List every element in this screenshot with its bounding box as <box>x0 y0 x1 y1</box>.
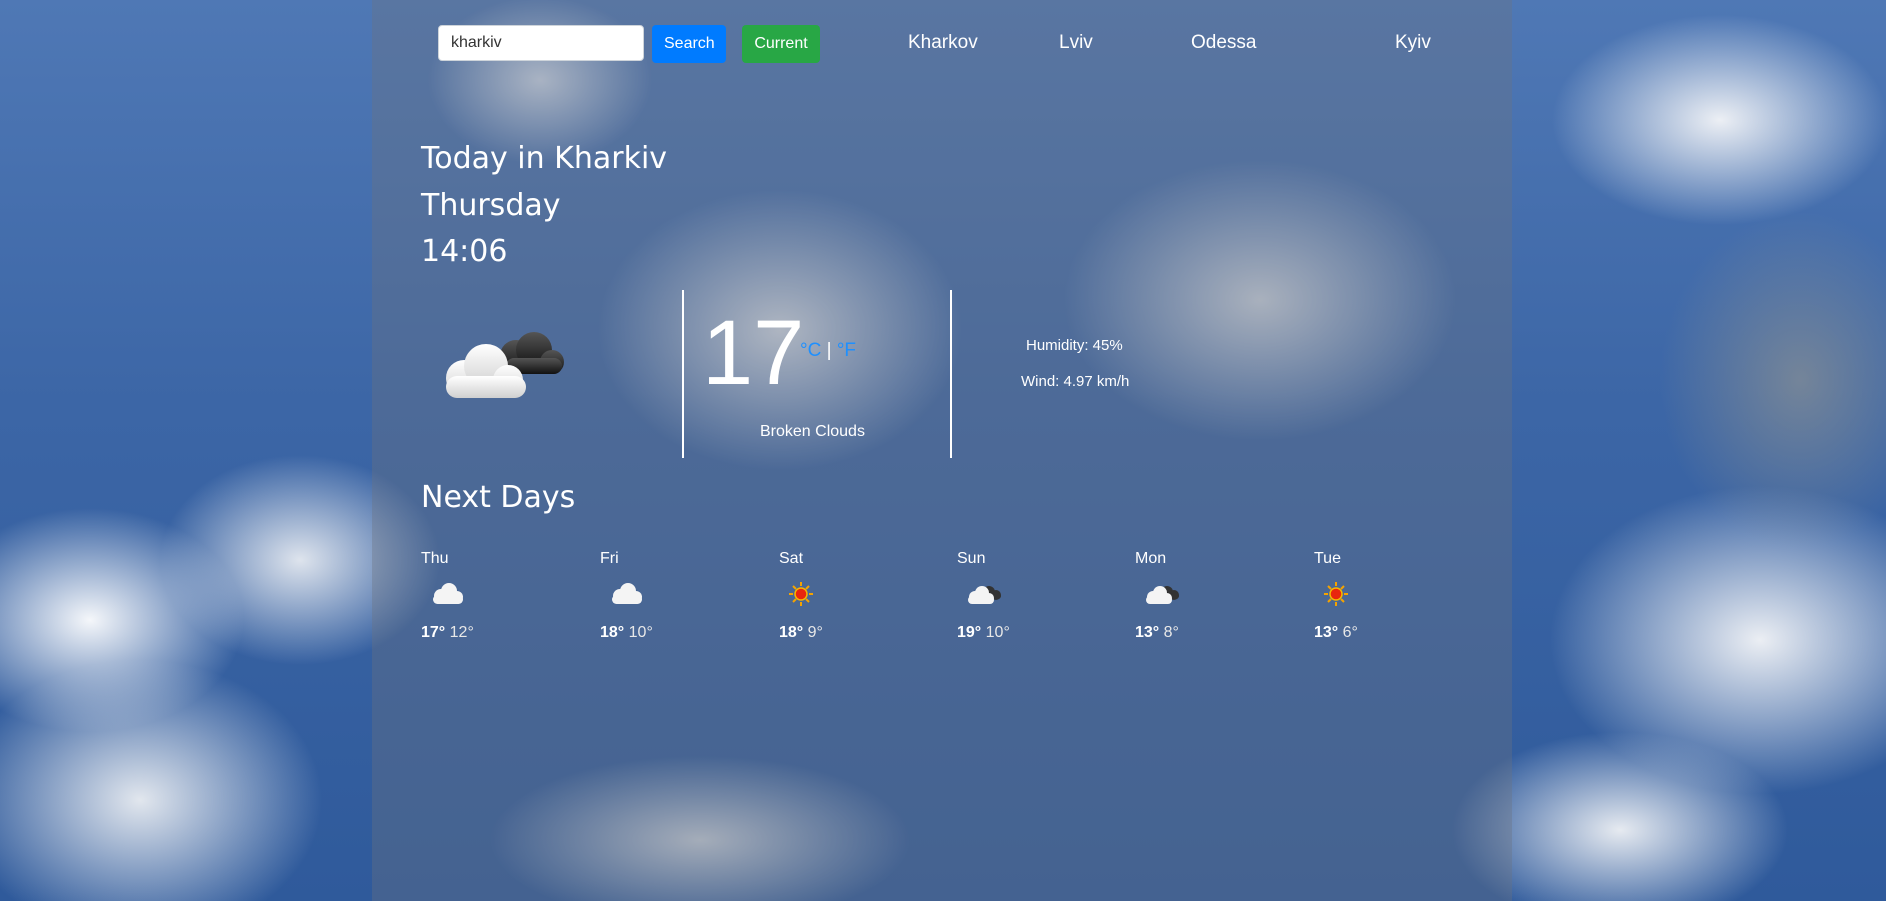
search-input[interactable] <box>438 25 644 61</box>
fahrenheit-link[interactable]: °F <box>837 340 856 361</box>
forecast-max: 19° <box>957 624 982 641</box>
forecast-max: 17° <box>421 624 446 641</box>
time-label: 14:06 <box>421 234 508 269</box>
forecast-min: 10° <box>628 624 653 641</box>
forecast-min: 6° <box>1342 624 1358 641</box>
forecast-min: 9° <box>807 624 823 641</box>
forecast-min: 8° <box>1163 624 1179 641</box>
broken-clouds-icon <box>446 332 564 398</box>
broken-clouds-icon <box>1146 586 1179 604</box>
current-location-button[interactable]: Current <box>742 25 820 63</box>
forecast-day-thu: Thu 17° 12° <box>421 550 571 641</box>
forecast-day-name: Thu <box>421 550 449 567</box>
forecast-day-fri: Fri 18° 10° <box>600 550 750 641</box>
divider-left <box>682 290 684 458</box>
unit-toggle: °C | °F <box>800 340 856 362</box>
forecast-max: 18° <box>600 624 625 641</box>
forecast-day-sun: Sun 19° 10° <box>957 550 1107 641</box>
forecast-title: Next Days <box>421 480 576 515</box>
forecast-day-name: Sun <box>957 550 986 567</box>
forecast-day-mon: Mon 13° 8° <box>1135 550 1285 641</box>
weekday-label: Thursday <box>421 188 561 223</box>
forecast-day-name: Tue <box>1314 550 1341 567</box>
top-bar: Search Current Kharkov Lviv Odessa Kyiv <box>438 25 1498 63</box>
weather-description: Broken Clouds <box>760 423 865 440</box>
search-button[interactable]: Search <box>652 25 726 63</box>
cloud-icon <box>612 583 642 604</box>
current-temperature: 17 <box>702 302 805 404</box>
forecast-min: 12° <box>449 624 474 641</box>
sun-icon <box>789 582 813 606</box>
forecast-max: 18° <box>779 624 804 641</box>
weather-panel: Search Current Kharkov Lviv Odessa Kyiv … <box>372 0 1512 901</box>
forecast-max: 13° <box>1314 624 1339 641</box>
forecast-max: 13° <box>1135 624 1160 641</box>
sun-icon <box>1324 582 1348 606</box>
divider-right <box>950 290 952 458</box>
unit-separator: | <box>826 340 832 361</box>
forecast-min: 10° <box>985 624 1010 641</box>
forecast-day-name: Mon <box>1135 550 1167 567</box>
forecast-day-name: Fri <box>600 550 619 567</box>
city-link-lviv[interactable]: Lviv <box>1059 32 1093 54</box>
forecast-day-name: Sat <box>779 550 804 567</box>
forecast-day-tue: Tue 13° 6° <box>1314 550 1464 641</box>
celsius-link[interactable]: °C <box>800 340 821 361</box>
forecast-day-sat: Sat 18° 9° <box>779 550 929 641</box>
city-link-odessa[interactable]: Odessa <box>1191 32 1256 54</box>
page-title: Today in Kharkiv <box>421 141 668 176</box>
humidity-label: Humidity: 45% <box>1026 337 1123 354</box>
cloud-icon <box>433 583 463 604</box>
city-link-kharkov[interactable]: Kharkov <box>908 32 978 54</box>
broken-clouds-icon <box>968 586 1001 604</box>
city-link-kyiv[interactable]: Kyiv <box>1395 32 1431 54</box>
wind-label: Wind: 4.97 km/h <box>1021 373 1130 390</box>
